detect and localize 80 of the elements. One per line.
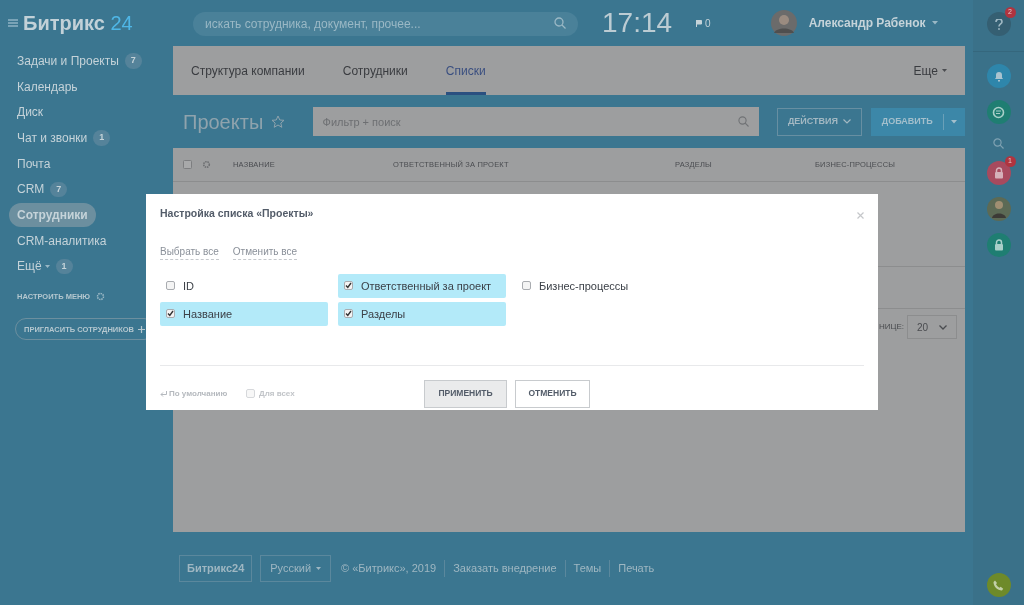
menu-icon	[8, 19, 18, 27]
checkbox-icon	[183, 160, 192, 169]
caret-icon	[316, 567, 322, 570]
avatar-icon	[770, 10, 797, 36]
page-size-label: НИЦЕ:	[879, 321, 904, 333]
caret-icon	[951, 119, 958, 124]
chevron-icon	[843, 119, 851, 124]
search-icon	[737, 116, 749, 127]
footer-link[interactable]: Заказать внедрение	[453, 560, 566, 577]
counter-badge: 1	[55, 258, 73, 275]
tab[interactable]: Сотрудники	[342, 46, 408, 95]
gear-icon	[96, 292, 106, 302]
counter-badge: 7	[50, 181, 68, 198]
logo: Битрикс 24	[23, 11, 134, 36]
checked-checkbox-icon	[344, 309, 353, 319]
page-size-select[interactable]: 20	[907, 315, 957, 339]
counter-badge: 1	[93, 130, 111, 146]
avatar-icon	[986, 197, 1011, 221]
chat-icon	[992, 105, 1005, 119]
modal-title: Настройка списка «Проекты»	[160, 206, 314, 221]
sidebar-item[interactable]: Диск	[17, 103, 44, 122]
star-icon	[271, 114, 286, 129]
help-button[interactable]	[986, 12, 1011, 36]
sidebar-item[interactable]: Ещё	[17, 257, 42, 276]
return-icon	[160, 390, 167, 397]
chat-button[interactable]	[986, 100, 1011, 124]
caret-icon	[931, 21, 938, 25]
sidebar-item[interactable]: Сотрудники	[9, 202, 96, 227]
checked-checkbox-icon	[344, 281, 353, 291]
apply-button[interactable]: ПРИМЕНИТЬ	[424, 379, 507, 408]
user-name[interactable]: Александр Рабенок	[808, 14, 926, 32]
plus-icon	[138, 325, 145, 333]
locked-chat-button[interactable]	[986, 161, 1011, 185]
chevron-icon	[939, 324, 947, 330]
checkbox-icon	[166, 281, 175, 291]
lock-icon	[993, 239, 1004, 251]
footer-link[interactable]: Печать	[618, 560, 663, 577]
reset-link[interactable]: По умолчанию	[169, 387, 228, 400]
column-option[interactable]: Название	[160, 301, 328, 326]
bell-icon	[993, 70, 1004, 82]
clock: 17:14	[602, 6, 673, 40]
flag-icon	[696, 19, 703, 27]
notifications-button[interactable]	[986, 64, 1011, 88]
column-option[interactable]: Ответственный за проект	[338, 273, 506, 298]
select-all-link[interactable]: Выбрать все	[160, 243, 219, 260]
column-option[interactable]: Разделы	[338, 301, 506, 326]
cancel-button[interactable]: ОТМЕНИТЬ	[515, 379, 590, 408]
close-icon	[857, 211, 864, 219]
flag-count: 0	[705, 16, 711, 31]
question-icon	[994, 18, 1003, 30]
search-icon	[554, 17, 566, 29]
page-title: Проекты	[183, 109, 264, 135]
lock-icon	[993, 167, 1004, 179]
checkbox-icon	[522, 281, 531, 291]
footer-link[interactable]: Темы	[573, 560, 611, 577]
footer-logo: Битрикс24	[179, 555, 253, 582]
gear-icon	[202, 160, 211, 169]
add-button[interactable]: ДОБАВИТЬ	[871, 107, 965, 136]
checked-checkbox-icon	[166, 309, 175, 319]
sidebar-item[interactable]: Почта	[17, 154, 51, 173]
caret-icon	[942, 69, 947, 72]
for-all-label: Для всех	[259, 387, 295, 400]
tab[interactable]: Структура компании	[191, 46, 305, 95]
sidebar-item[interactable]: CRM	[17, 180, 45, 199]
counter-badge: 7	[124, 53, 142, 69]
deselect-all-link[interactable]: Отменить все	[232, 243, 298, 260]
sidebar-item[interactable]: Календарь	[17, 77, 78, 96]
tab[interactable]: Списки	[445, 46, 486, 95]
search-icon	[993, 138, 1004, 149]
copyright: © «Битрикс», 2019	[341, 560, 446, 577]
sidebar-item[interactable]: Задачи и Проекты	[17, 51, 119, 70]
sidebar-item[interactable]: Чат и звонки	[17, 128, 88, 147]
phone-icon	[993, 579, 1004, 591]
actions-button[interactable]: ДЕЙСТВИЯ	[776, 107, 863, 136]
locked-chat-button[interactable]	[986, 233, 1011, 257]
search-field[interactable]: искать сотрудника, документ, прочее...	[193, 12, 578, 36]
sidebar-item[interactable]: CRM-аналитика	[17, 231, 107, 250]
phone-button[interactable]	[986, 573, 1011, 597]
language-select[interactable]: Русский	[260, 555, 332, 582]
more-tab[interactable]: Еще	[913, 61, 938, 80]
